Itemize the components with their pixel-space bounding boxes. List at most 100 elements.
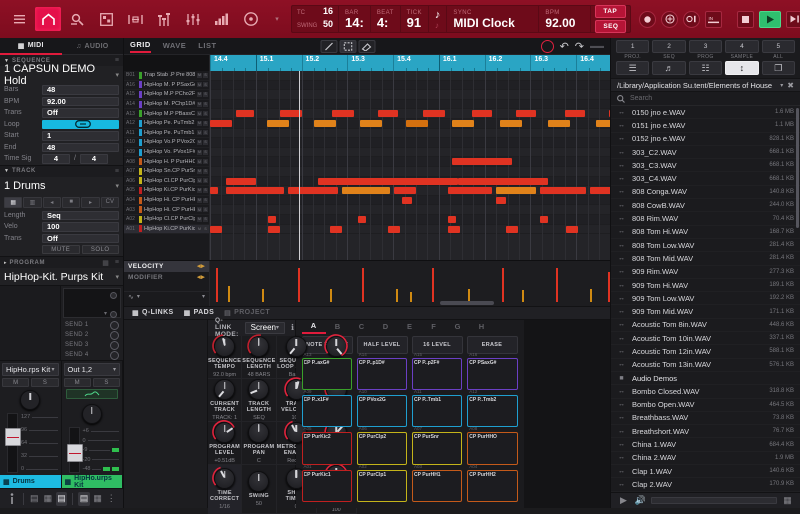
strip-program-select[interactable]: HipHo.rps Kit ▾: [2, 363, 59, 376]
lane-mute-solo[interactable]: MS: [197, 188, 208, 193]
loop-toggle[interactable]: [42, 120, 119, 130]
erase-icon[interactable]: [358, 40, 375, 53]
keyboard-icon[interactable]: ▤: [78, 492, 90, 506]
send-3-knob[interactable]: [110, 341, 119, 350]
file-row[interactable]: ↔Breathbass.WAV73.8 KB: [611, 412, 800, 425]
lane-mute[interactable]: M: [197, 121, 202, 126]
file-row[interactable]: ■Audio Demos: [611, 372, 800, 385]
qlink-knob-cell[interactable]: SEQUENCE LENGTH48 BARS: [242, 336, 276, 379]
lane-solo[interactable]: S: [203, 140, 208, 145]
sampler-icon[interactable]: [122, 7, 148, 31]
midi-note[interactable]: [496, 197, 506, 204]
track-lane[interactable]: A07HipHop Sn.CP PurSnrMS: [124, 167, 209, 177]
ruler-mark[interactable]: 14.4: [210, 55, 256, 71]
pad-bank-c[interactable]: C: [350, 322, 374, 333]
ruler-mark[interactable]: 16.4: [576, 55, 610, 71]
pad[interactable]: A14CP P..p1D#: [357, 358, 407, 390]
sliders-icon[interactable]: ⋮: [105, 492, 117, 506]
tab-midi[interactable]: ▦ MIDI: [0, 38, 62, 55]
lane-mute-solo[interactable]: MS: [197, 150, 208, 155]
send-row-3[interactable]: SEND 3: [61, 340, 123, 350]
midi-note[interactable]: [210, 187, 218, 194]
midi-note[interactable]: [318, 178, 458, 185]
stop-button[interactable]: [737, 11, 754, 28]
tab-pads[interactable]: ▦ PADS: [184, 309, 215, 317]
file-row[interactable]: ↔Clap 1.WAV140.6 KB: [611, 465, 800, 478]
send-1-knob[interactable]: [110, 321, 119, 330]
knob[interactable]: [214, 468, 235, 489]
insert-fx-box[interactable]: ▾: [63, 288, 121, 318]
track-velo-value[interactable]: 100: [42, 222, 119, 232]
pad[interactable]: A16CP PSaxG#: [467, 358, 517, 390]
pad[interactable]: A12CP P..Tmb2: [467, 395, 517, 427]
browser-icon[interactable]: [64, 7, 90, 31]
track-lane[interactable]: B01Trap Stab .P Pre 808FMS: [124, 71, 209, 81]
mute-button[interactable]: MUTE: [42, 245, 80, 254]
pad[interactable]: A05CP PurKic2: [302, 432, 352, 464]
tap-tempo-button[interactable]: TAP: [595, 5, 626, 18]
midi-note[interactable]: [540, 187, 586, 194]
tab-list[interactable]: LIST: [198, 41, 216, 52]
grid-row[interactable]: [210, 90, 610, 100]
file-row[interactable]: ↔0152 jno e.WAV828.1 KB: [611, 133, 800, 146]
strip-fader-2[interactable]: [69, 427, 80, 473]
file-row[interactable]: ↔Clap 2.WAV170.9 KB: [611, 478, 800, 491]
file-row[interactable]: ↔Bombo Closed.WAV318.8 KB: [611, 385, 800, 398]
qlink-knob-cell[interactable]: PROGRAM LEVEL+0.51dB: [208, 422, 242, 465]
sequence-name[interactable]: 1 CAPSUN DEMO Hold ▾: [0, 66, 123, 84]
chevron-down-icon[interactable]: ▾: [51, 366, 54, 373]
lane-mute-solo[interactable]: MS: [197, 159, 208, 164]
redo-icon[interactable]: ↷: [575, 40, 584, 53]
browser-volume-slider[interactable]: [651, 497, 777, 504]
lane-mute-solo[interactable]: MS: [197, 82, 208, 87]
strip-footer-drums[interactable]: ▦ Drums: [0, 475, 61, 488]
file-row[interactable]: ↔Breathshort.WAV76.7 KB: [611, 425, 800, 438]
send-4-knob[interactable]: [110, 351, 119, 360]
track-velo-row[interactable]: Velo 100: [0, 221, 123, 233]
velocity-bar[interactable]: [556, 268, 558, 302]
strip-solo-button[interactable]: S: [93, 378, 120, 387]
midi-note[interactable]: [452, 158, 512, 165]
sequence-end-row[interactable]: End 48: [0, 142, 123, 154]
track-lane[interactable]: A03HipHop Hi. CP PurHH1MS: [124, 205, 209, 215]
tab-wave[interactable]: WAVE: [163, 41, 187, 52]
file-row[interactable]: ↔808 Rim.WAV70.4 KB: [611, 212, 800, 225]
note-grid[interactable]: [210, 71, 610, 260]
mixer-icon[interactable]: ▤: [56, 492, 68, 506]
grid-row[interactable]: [210, 100, 610, 110]
browser-slot-4[interactable]: 4: [725, 40, 758, 53]
close-icon[interactable]: ✖: [787, 81, 794, 90]
lane-mute-solo[interactable]: MS: [197, 178, 208, 183]
automation-button[interactable]: [66, 389, 119, 399]
file-row[interactable]: ↔Acoustic Tom 13in.WAV576.1 KB: [611, 359, 800, 372]
track-section-header[interactable]: ▼ TRACK ≡: [0, 166, 123, 177]
pad[interactable]: A03CP PurHH1: [412, 470, 462, 502]
midi-note[interactable]: [596, 120, 610, 127]
levels-icon[interactable]: [180, 7, 206, 31]
bars-icon[interactable]: [209, 7, 235, 31]
sequence-trans-row[interactable]: Trans Off: [0, 107, 123, 119]
lane-mute[interactable]: M: [197, 73, 202, 78]
ruler-bar-marks[interactable]: 14.415.115.215.315.416.116.216.316.4: [210, 55, 610, 71]
program-icon[interactable]: ☷: [689, 61, 722, 75]
pad[interactable]: A02CP PurClp1: [357, 470, 407, 502]
file-row[interactable]: ↔909 Tom Hi.WAV189.1 KB: [611, 279, 800, 292]
disc-icon[interactable]: [238, 7, 264, 31]
tick-field[interactable]: TICK 91: [401, 6, 429, 32]
browser-path[interactable]: /Library/Application Su.tent/Elements of…: [611, 78, 800, 92]
strip-pan-knob-2[interactable]: [82, 404, 102, 424]
velocity-bar[interactable]: [216, 268, 218, 302]
track-name[interactable]: 1 Drums ▾: [0, 177, 123, 195]
file-row[interactable]: ↔Acoustic Tom 10in.WAV337.1 KB: [611, 332, 800, 345]
overdub-button[interactable]: [661, 11, 678, 28]
midi-note[interactable]: [236, 110, 254, 117]
chevron-down-icon[interactable]: ▾: [276, 324, 279, 331]
velocity-edit-icon[interactable]: ◂▸: [197, 262, 205, 270]
lane-solo[interactable]: S: [203, 150, 208, 155]
program-edit-icon[interactable]: ▦: [102, 259, 109, 267]
midi-note[interactable]: [332, 110, 354, 117]
fader-cap[interactable]: [5, 428, 21, 446]
browser-slot-3[interactable]: 3: [689, 40, 722, 53]
send-row-4[interactable]: SEND 4: [61, 350, 123, 360]
track-lane[interactable]: A08HipHop H. P PurHHOMS: [124, 157, 209, 167]
